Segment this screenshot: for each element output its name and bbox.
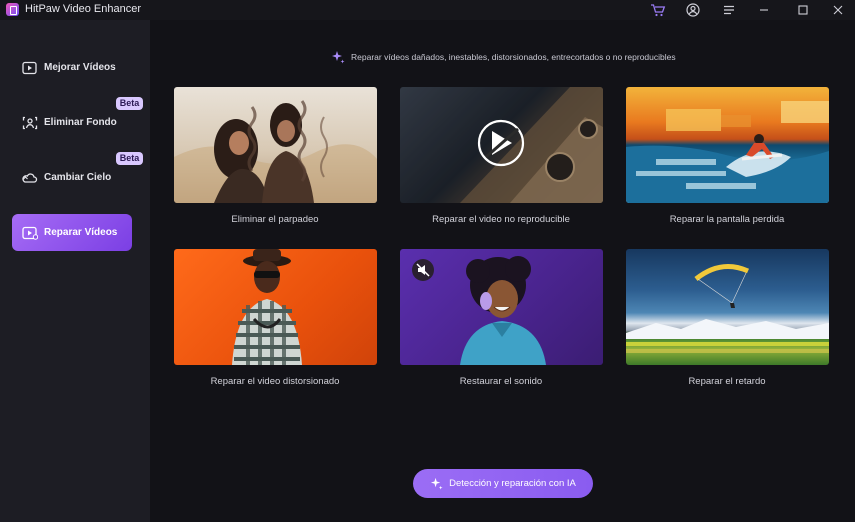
beta-badge: Beta <box>116 97 143 110</box>
sidebar-item-eliminar-fondo[interactable]: Eliminar Fondo <box>12 104 132 141</box>
maximize-icon[interactable] <box>794 1 812 19</box>
video-repair-icon <box>21 224 39 242</box>
flicker-couple-thumbnail <box>174 100 377 203</box>
sidebar-item-label: Reparar Vídeos <box>44 227 118 238</box>
beta-badge: Beta <box>116 152 143 165</box>
cloud-sky-icon <box>21 169 39 187</box>
card-reparar-pantalla-perdida[interactable] <box>626 87 829 203</box>
menu-icon[interactable] <box>720 1 738 19</box>
ai-button-label: Detección y reparación con IA <box>449 478 576 489</box>
muted-speaker-icon <box>412 259 434 281</box>
card-reparar-distorsionado[interactable] <box>174 249 377 365</box>
minimize-icon[interactable] <box>755 1 773 19</box>
sidebar-item-mejorar-videos[interactable]: Mejorar Vídeos <box>12 49 132 86</box>
surfer-glitch-thumbnail <box>626 101 829 203</box>
sparkle-icon <box>331 50 345 64</box>
paraglider-lag-thumbnail <box>626 264 829 353</box>
cart-icon[interactable] <box>649 1 667 19</box>
video-play-icon <box>21 59 39 77</box>
sidebar: Mejorar Vídeos Eliminar Fondo Beta Cambi… <box>0 20 150 522</box>
card-eliminar-parpadeo[interactable] <box>174 87 377 203</box>
account-icon[interactable] <box>684 1 702 19</box>
sidebar-item-cambiar-cielo[interactable]: Cambiar Cielo <box>12 159 132 196</box>
title-bar: HitPaw Video Enhancer <box>0 0 855 20</box>
app-title: HitPaw Video Enhancer <box>25 3 141 15</box>
sidebar-item-reparar-videos[interactable]: Reparar Vídeos <box>12 214 132 251</box>
sidebar-item-label: Mejorar Vídeos <box>44 62 116 73</box>
sparkle-icon <box>430 477 443 490</box>
card-label: Reparar el retardo <box>688 376 766 387</box>
card-restaurar-sonido[interactable] <box>400 249 603 365</box>
card-reparar-retardo[interactable] <box>626 249 829 365</box>
card-label: Restaurar el sonido <box>459 376 543 387</box>
man-orange-background-thumbnail <box>232 249 302 365</box>
card-reparar-no-reproducible[interactable] <box>400 87 603 203</box>
app-logo-icon <box>6 3 19 16</box>
card-label: Reparar el video distorsionado <box>210 376 340 387</box>
unplayable-video-thumbnail <box>400 87 603 203</box>
sidebar-item-label: Eliminar Fondo <box>44 117 117 128</box>
page-subtitle: Reparar vídeos dañados, inestables, dist… <box>331 50 676 64</box>
ai-detect-repair-button[interactable]: Detección y reparación con IA <box>413 469 593 498</box>
subtitle-text: Reparar vídeos dañados, inestables, dist… <box>351 52 676 62</box>
card-label: Reparar el video no reproducible <box>432 214 570 225</box>
sidebar-item-label: Cambiar Cielo <box>44 172 112 183</box>
close-icon[interactable] <box>829 1 847 19</box>
card-label: Reparar la pantalla perdida <box>669 214 785 225</box>
card-label: Eliminar el parpadeo <box>231 214 319 225</box>
person-cutout-icon <box>21 114 39 132</box>
